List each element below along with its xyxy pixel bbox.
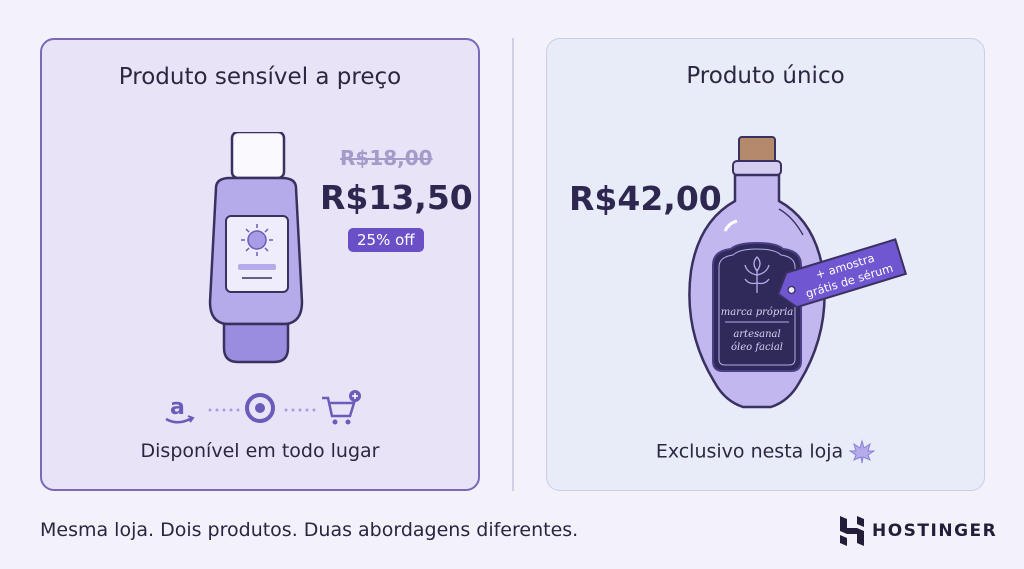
- card-caption: Disponível em todo lugar: [140, 440, 380, 462]
- discounted-price: R$13,50: [320, 178, 473, 217]
- unique-product-card: Produto único R$42,00 marca própria arte…: [546, 38, 985, 491]
- bottle-label-product: óleo facial: [731, 342, 783, 353]
- amazon-icon: a: [165, 395, 195, 424]
- caption-text: Exclusivo nesta loja: [655, 440, 844, 463]
- svg-text:a: a: [170, 395, 185, 420]
- original-price: R$18,00: [340, 146, 433, 170]
- bottle-label-brand: marca própria: [721, 307, 794, 318]
- footer-tagline: Mesma loja. Dois produtos. Duas abordage…: [40, 519, 579, 541]
- store-icons-row: a: [165, 390, 361, 425]
- cart-plus-icon: [322, 390, 361, 425]
- target-icon: [245, 393, 275, 423]
- hostinger-logo-icon: [840, 516, 864, 546]
- bottle-label-type: artesanal: [733, 329, 780, 340]
- card-title: Produto único: [686, 63, 845, 89]
- divider: [512, 38, 514, 491]
- facial-oil-bottle-icon: marca própria artesanal óleo facial + am…: [688, 136, 908, 409]
- brand-logo: HOSTINGER: [840, 516, 997, 546]
- brand-name: HOSTINGER: [872, 521, 998, 541]
- card-title: Produto sensível a preço: [118, 64, 402, 90]
- leaf-icon: [849, 439, 876, 464]
- card-caption: Exclusivo nesta loja: [547, 439, 984, 465]
- sunscreen-tube-icon: [208, 132, 304, 364]
- discount-badge: 25% off: [348, 228, 424, 252]
- price-sensitive-card: Produto sensível a preço R$18,00 R$13,50…: [40, 38, 480, 491]
